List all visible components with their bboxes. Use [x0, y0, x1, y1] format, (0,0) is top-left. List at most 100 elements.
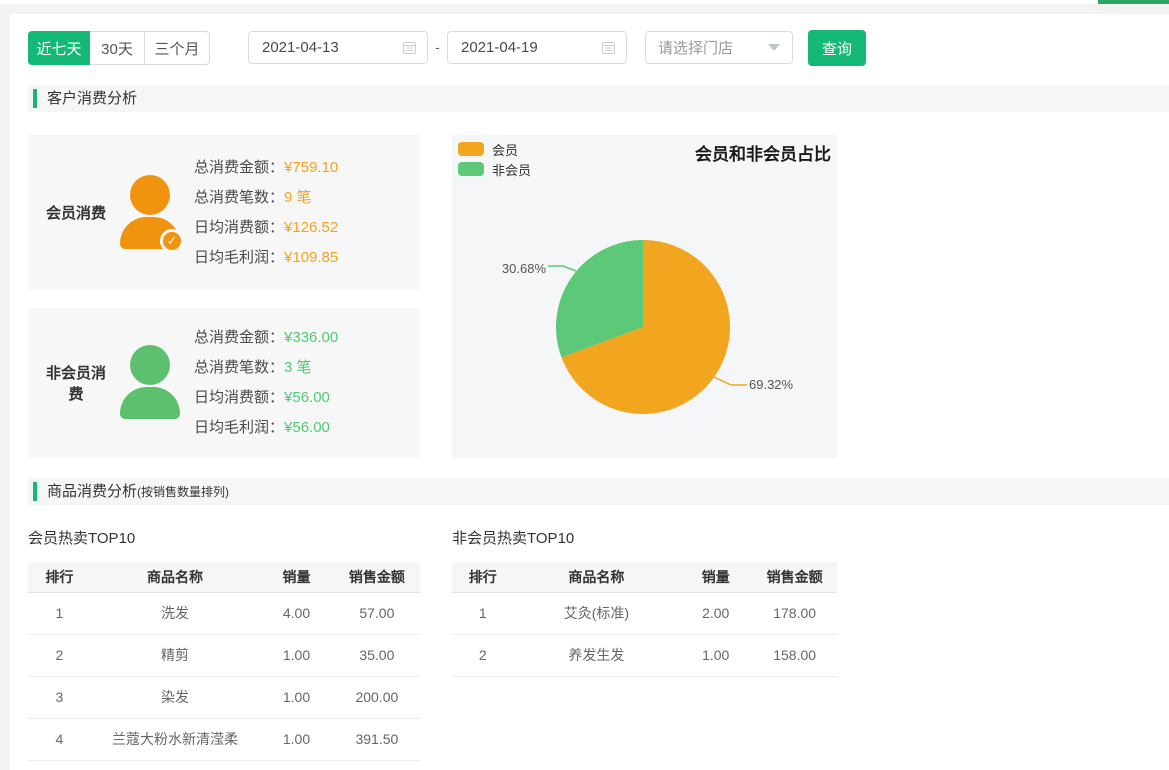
top-strip: [0, 0, 1169, 4]
stat-row: 总消费笔数：9 笔: [194, 183, 338, 213]
nonmember-top10-table: 排行 商品名称 销量 销售金额 1 艾灸(标准) 2.00 178.00 2 养…: [452, 562, 837, 677]
section-title-customer: 客户消费分析: [47, 85, 137, 112]
stat-row: 总消费金额：¥759.10: [194, 153, 338, 183]
col-header-qty: 销量: [259, 562, 333, 592]
stat-label: 日均毛利润：: [194, 249, 284, 266]
nonmember-stats: 总消费金额：¥336.00 总消费笔数：3 笔 日均消费额：¥56.00 日均毛…: [194, 323, 338, 443]
person-head: [130, 345, 170, 385]
cell-product: 精剪: [91, 634, 260, 676]
table-row: 3 染发 1.00 200.00: [28, 676, 420, 718]
stat-value: 3 笔: [284, 359, 312, 376]
chevron-down-icon: [768, 44, 780, 51]
pie-chart-panel: 会员 非会员 会员和非会员占比 30.68% 69.32%: [452, 135, 837, 458]
col-header-qty: 销量: [679, 562, 752, 592]
progress-bar: [1098, 0, 1169, 4]
col-header-product: 商品名称: [514, 562, 680, 592]
stat-row: 总消费金额：¥336.00: [194, 323, 338, 353]
cell-product: 染发: [91, 676, 260, 718]
cell-amount: 158.00: [752, 634, 837, 676]
cell-rank: 4: [28, 718, 91, 760]
calendar-icon[interactable]: [601, 40, 616, 55]
table-row: 1 艾灸(标准) 2.00 178.00: [452, 592, 837, 634]
nonmember-top10-title: 非会员热卖TOP10: [452, 527, 574, 548]
stat-label: 日均消费额：: [194, 389, 284, 406]
range-button-last7days[interactable]: 近七天: [28, 31, 90, 65]
member-person-icon: ✓: [120, 175, 180, 251]
date-range-separator: -: [428, 31, 447, 64]
query-button[interactable]: 查询: [808, 30, 866, 66]
calendar-icon[interactable]: [402, 40, 417, 55]
stat-value: ¥759.10: [284, 159, 338, 176]
col-header-rank: 排行: [28, 562, 91, 592]
label-line-nonmember: [548, 266, 576, 271]
cell-rank: 2: [28, 634, 91, 676]
section-header-product: 商品消费分析(按销售数量排列): [28, 478, 1169, 505]
stat-value: 9 笔: [284, 189, 312, 206]
cell-amount: 391.50: [334, 718, 420, 760]
stat-label: 总消费金额：: [194, 329, 284, 346]
cell-rank: 2: [452, 634, 514, 676]
cell-amount: 35.00: [334, 634, 420, 676]
pie-svg: [452, 135, 837, 458]
cell-product: 养发生发: [514, 634, 680, 676]
cell-qty: 1.00: [259, 634, 333, 676]
col-header-product: 商品名称: [91, 562, 260, 592]
date-range-button-group: 近七天 30天 三个月: [28, 31, 210, 65]
cell-qty: 1.00: [679, 634, 752, 676]
cell-qty: 4.00: [259, 592, 333, 634]
end-date-value: 2021-04-19: [461, 39, 601, 56]
stat-row: 日均毛利润：¥56.00: [194, 413, 338, 443]
section-subtitle-text: (按销售数量排列): [137, 485, 229, 499]
member-card-label: 会员消费: [40, 202, 112, 223]
pie-slices: [556, 240, 730, 414]
col-header-amount: 销售金额: [752, 562, 837, 592]
stat-label: 总消费笔数：: [194, 359, 284, 376]
nonmember-person-icon: [120, 345, 180, 421]
cell-qty: 1.00: [259, 676, 333, 718]
check-badge-icon: ✓: [160, 229, 184, 253]
cell-amount: 57.00: [334, 592, 420, 634]
main-panel: 近七天 30天 三个月 2021-04-13 - 2021-04-19 请选择门…: [10, 14, 1169, 770]
stat-label: 总消费笔数：: [194, 189, 284, 206]
col-header-rank: 排行: [452, 562, 514, 592]
table-row: 2 养发生发 1.00 158.00: [452, 634, 837, 676]
start-date-input[interactable]: 2021-04-13: [248, 31, 428, 64]
stat-row: 日均消费额：¥56.00: [194, 383, 338, 413]
section-header-customer: 客户消费分析: [28, 85, 1169, 112]
cell-rank: 1: [452, 592, 514, 634]
table-header-row: 排行 商品名称 销量 销售金额: [28, 562, 420, 592]
section-accent-bar: [33, 89, 37, 108]
col-header-amount: 销售金额: [334, 562, 420, 592]
nonmember-consumption-card: 非会员消费 总消费金额：¥336.00 总消费笔数：3 笔 日均消费额：¥56.…: [28, 308, 420, 458]
cell-amount: 200.00: [334, 676, 420, 718]
pie-label-nonmember: 30.68%: [498, 261, 546, 276]
stat-label: 日均消费额：: [194, 219, 284, 236]
table-row: 2 精剪 1.00 35.00: [28, 634, 420, 676]
start-date-value: 2021-04-13: [262, 39, 402, 56]
range-button-3months[interactable]: 三个月: [144, 31, 210, 65]
stat-value: ¥109.85: [284, 249, 338, 266]
stat-value: ¥56.00: [284, 389, 330, 406]
range-button-30days[interactable]: 30天: [89, 31, 145, 65]
label-line-member: [714, 377, 747, 385]
store-select-placeholder: 请选择门店: [658, 37, 768, 58]
table-row: 4 兰蔻大粉水新清滢柔 1.00 391.50: [28, 718, 420, 760]
cell-rank: 1: [28, 592, 91, 634]
cell-product: 兰蔻大粉水新清滢柔: [91, 718, 260, 760]
member-consumption-card: 会员消费 ✓ 总消费金额：¥759.10 总消费笔数：9 笔 日均消费额：¥12…: [28, 135, 420, 290]
cell-qty: 2.00: [679, 592, 752, 634]
table-header-row: 排行 商品名称 销量 销售金额: [452, 562, 837, 592]
section-accent-bar: [33, 482, 37, 501]
cell-qty: 1.00: [259, 718, 333, 760]
stat-label: 日均毛利润：: [194, 419, 284, 436]
section-title-text: 商品消费分析: [47, 483, 137, 500]
person-head: [130, 175, 170, 215]
stat-row: 日均毛利润：¥109.85: [194, 243, 338, 273]
stat-row: 日均消费额：¥126.52: [194, 213, 338, 243]
store-select[interactable]: 请选择门店: [645, 31, 793, 64]
cell-amount: 178.00: [752, 592, 837, 634]
stat-label: 总消费金额：: [194, 159, 284, 176]
table-row: 1 洗发 4.00 57.00: [28, 592, 420, 634]
end-date-input[interactable]: 2021-04-19: [447, 31, 627, 64]
member-top10-title: 会员热卖TOP10: [28, 527, 135, 548]
